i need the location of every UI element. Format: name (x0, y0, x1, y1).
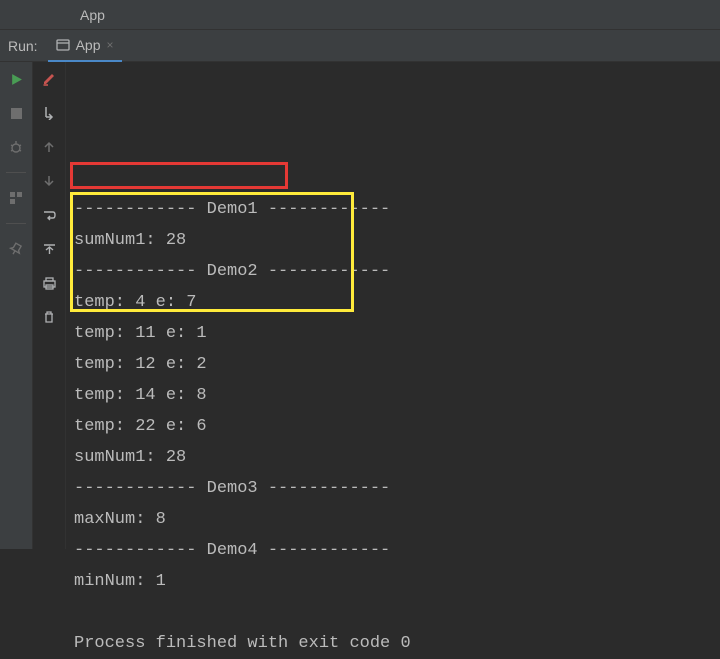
down-icon[interactable] (38, 170, 60, 192)
console-line: sumNum1: 28 (74, 442, 716, 473)
separator (6, 223, 26, 224)
console-line: ------------ Demo1 ------------ (74, 194, 716, 225)
run-label: Run: (0, 38, 48, 54)
console-line: ------------ Demo4 ------------ (74, 535, 716, 566)
debug-button[interactable] (5, 136, 27, 158)
console-action-gutter (33, 62, 66, 549)
run-action-gutter (0, 62, 33, 549)
console-line: sumNum1: 28 (74, 225, 716, 256)
up-icon[interactable] (38, 136, 60, 158)
console-line: minNum: 1 (74, 566, 716, 597)
console-line: maxNum: 8 (74, 504, 716, 535)
pin-button[interactable] (5, 238, 27, 260)
close-icon[interactable]: × (107, 38, 114, 52)
console-line (74, 597, 716, 628)
editor-tab-bar: App (0, 0, 720, 30)
console-line: temp: 22 e: 6 (74, 411, 716, 442)
run-button[interactable] (5, 68, 27, 90)
console-line: temp: 14 e: 8 (74, 380, 716, 411)
run-toolwindow-header: Run: App × (0, 30, 720, 62)
console-line: ------------ Demo2 ------------ (74, 256, 716, 287)
highlight-red (70, 162, 288, 189)
run-toolwindow-body: ------------ Demo1 ------------sumNum1: … (0, 62, 720, 549)
console-line: temp: 4 e: 7 (74, 287, 716, 318)
console-line: ------------ Demo3 ------------ (74, 473, 716, 504)
console-output[interactable]: ------------ Demo1 ------------sumNum1: … (66, 62, 720, 549)
scroll-to-top-icon[interactable] (38, 238, 60, 260)
run-config-icon (56, 38, 70, 52)
editor-tab-title[interactable]: App (80, 7, 105, 23)
trash-icon[interactable] (38, 306, 60, 328)
console-line: Process finished with exit code 0 (74, 628, 716, 659)
console-line: temp: 12 e: 2 (74, 349, 716, 380)
run-tab-title: App (76, 37, 101, 53)
layout-button[interactable] (5, 187, 27, 209)
scroll-to-end-icon[interactable] (38, 102, 60, 124)
soft-wrap-icon[interactable] (38, 204, 60, 226)
print-icon[interactable] (38, 272, 60, 294)
console-line: temp: 11 e: 1 (74, 318, 716, 349)
edit-icon[interactable] (38, 68, 60, 90)
separator (6, 172, 26, 173)
stop-button[interactable] (5, 102, 27, 124)
run-tab[interactable]: App × (48, 30, 122, 62)
